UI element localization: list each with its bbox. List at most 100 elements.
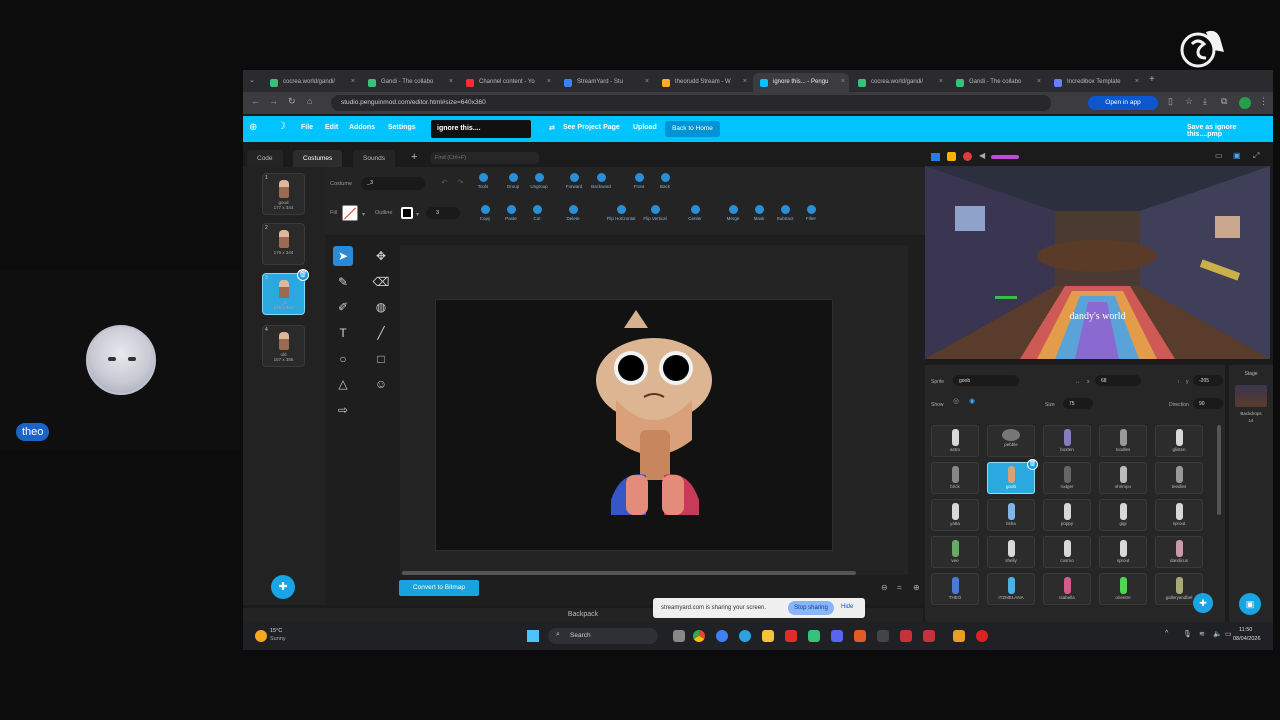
open-in-app-button[interactable]: Open in app [1088, 96, 1158, 110]
outline-swatch[interactable] [401, 207, 413, 219]
eyedropper-tool-icon[interactable]: ✐ [333, 297, 353, 317]
find-input[interactable]: Find (Ctrl+F) [431, 152, 539, 164]
menu-edit[interactable]: Edit [325, 124, 338, 131]
forward-icon[interactable]: → [269, 96, 278, 106]
center-button[interactable]: Center [677, 205, 713, 221]
sprite-tile[interactable]: brick [931, 462, 979, 494]
close-tab-icon[interactable]: × [939, 78, 943, 85]
theme-moon-icon[interactable]: ☽ [277, 121, 286, 132]
project-title-input[interactable]: ignore this.... [431, 120, 531, 138]
tab-costumes[interactable]: Costumes [293, 150, 343, 168]
costume-item-selected[interactable]: 3 _3 176 x 344 🗑 [262, 269, 309, 315]
fill-dropdown-icon[interactable]: ▾ [362, 211, 365, 218]
youtube-icon[interactable] [785, 630, 797, 642]
large-stage-icon[interactable]: ▣ [1233, 151, 1241, 160]
see-project-page-link[interactable]: See Project Page [563, 124, 620, 131]
sprite-tile[interactable]: astro [931, 425, 979, 457]
download-icon[interactable]: ⤓ [1203, 96, 1207, 107]
sprite-tile[interactable]: pebble [987, 425, 1035, 457]
close-tab-icon[interactable]: × [547, 78, 551, 85]
emoji-tool-icon[interactable]: ☺ [371, 374, 391, 394]
browser-tab[interactable]: StreamYard - Stu × [557, 73, 653, 92]
sprite-tile[interactable]: shrimpo [1099, 462, 1147, 494]
sprite-tile[interactable]: shelly [987, 536, 1035, 568]
copilot-icon[interactable] [716, 630, 728, 642]
canvas-scrollbar[interactable] [402, 571, 856, 575]
new-tab-icon[interactable]: + [1149, 74, 1155, 85]
reload-icon[interactable]: ↻ [288, 96, 296, 107]
menu-file[interactable]: File [301, 124, 313, 131]
app-icon[interactable] [953, 630, 965, 642]
taskbar-search[interactable]: ⌕ Search [548, 628, 658, 644]
app-icon[interactable] [808, 630, 820, 642]
weather-sun-icon[interactable] [255, 630, 267, 642]
costume-item[interactable]: 1 good 177 x 344 [262, 173, 305, 215]
stop-sharing-button[interactable]: Stop sharing [788, 601, 834, 615]
sprite-tile[interactable]: yatta [931, 499, 979, 531]
microphone-icon[interactable]: 🎙 [1183, 630, 1192, 638]
costume-name-input[interactable]: _3 [361, 177, 425, 190]
x-input[interactable]: 68 [1095, 375, 1141, 386]
add-costume-icon[interactable]: ✚ [271, 575, 295, 599]
windows-start-icon[interactable] [527, 630, 539, 642]
sprite-tile[interactable]: ITZMELANA [987, 573, 1035, 605]
sprite-tile[interactable]: teedles [1155, 462, 1203, 494]
sprite-tile[interactable]: dandicus [1155, 536, 1203, 568]
close-tab-icon[interactable]: × [1135, 78, 1139, 85]
delete-costume-icon[interactable]: 🗑 [297, 269, 309, 281]
sprite-tile[interactable]: rodger [1043, 462, 1091, 494]
save-as-label[interactable]: Save as ignore this....pmp [1187, 124, 1273, 138]
page-icon[interactable]: ▯ [1168, 96, 1173, 107]
sprite-tile[interactable]: orientre [1099, 573, 1147, 605]
menu-settings[interactable]: Settings [388, 124, 416, 131]
sprite-tile[interactable]: tisha [987, 499, 1035, 531]
zoom-reset-icon[interactable]: = [897, 583, 902, 592]
close-tab-icon[interactable]: × [743, 78, 747, 85]
browser-tab[interactable]: Gandi - The collabo × [361, 73, 457, 92]
direction-input[interactable]: 90 [1193, 398, 1223, 409]
add-sprite-icon[interactable]: ✚ [1193, 593, 1213, 613]
volume-icon[interactable]: ◀ [979, 151, 985, 160]
sprite-tile[interactable]: toodles [1099, 425, 1147, 457]
reshape-tool-icon[interactable]: ✥ [371, 246, 391, 266]
task-view-icon[interactable] [673, 630, 685, 642]
stop-icon[interactable] [963, 152, 972, 161]
file-explorer-icon[interactable] [762, 630, 774, 642]
stage-thumbnail[interactable] [1235, 385, 1267, 407]
green-flag-icon[interactable] [931, 153, 940, 161]
tab-search-icon[interactable]: ⌄ [249, 76, 255, 84]
backward-button[interactable]: Backward [583, 173, 619, 189]
tab-sounds[interactable]: Sounds [353, 150, 396, 168]
triangle-tool-icon[interactable]: △ [333, 374, 353, 394]
costume-item[interactable]: 2 176 x 344 [262, 223, 305, 265]
pause-icon[interactable] [947, 152, 956, 161]
app-icon[interactable] [877, 630, 889, 642]
add-tab-icon[interactable]: + [411, 151, 417, 163]
app-icon[interactable] [900, 630, 912, 642]
browser-tab[interactable]: Incredibox Template × [1047, 73, 1143, 92]
back-button[interactable]: Back [647, 173, 683, 189]
text-tool-icon[interactable]: T [333, 323, 353, 343]
convert-to-bitmap-button[interactable]: Convert to Bitmap [399, 580, 479, 596]
app-icon[interactable] [854, 630, 866, 642]
tab-code[interactable]: Code [247, 150, 283, 168]
sprite-name-input[interactable]: goob [953, 375, 1019, 386]
close-tab-icon[interactable]: × [449, 78, 453, 85]
outline-dropdown-icon[interactable]: ▾ [416, 211, 419, 218]
tray-overflow-icon[interactable]: ^ [1165, 630, 1168, 637]
browser-menu-icon[interactable]: ⋮ [1259, 96, 1268, 107]
browser-tab[interactable]: cocrea.world/gandi/ × [263, 73, 359, 92]
close-tab-icon[interactable]: × [645, 78, 649, 85]
browser-tab[interactable]: Gandi - The collabo × [949, 73, 1045, 92]
sprite-tile[interactable]: glisten [1155, 425, 1203, 457]
ellipse-tool-icon[interactable]: ○ [333, 349, 353, 369]
show-sprite-icon[interactable]: ◉ [969, 397, 975, 405]
paint-canvas[interactable] [435, 299, 833, 551]
app-icon[interactable] [923, 630, 935, 642]
zoom-out-icon[interactable]: ⊖ [881, 583, 888, 592]
browser-tab[interactable]: cocrea.world/gandi/ × [851, 73, 947, 92]
sprite-tile-selected[interactable]: goob 🗑 [987, 459, 1038, 494]
profile-icon[interactable] [1239, 97, 1251, 109]
sprite-tile[interactable]: cosmo [1043, 536, 1091, 568]
hide-sprite-icon[interactable]: ◎ [953, 397, 959, 405]
